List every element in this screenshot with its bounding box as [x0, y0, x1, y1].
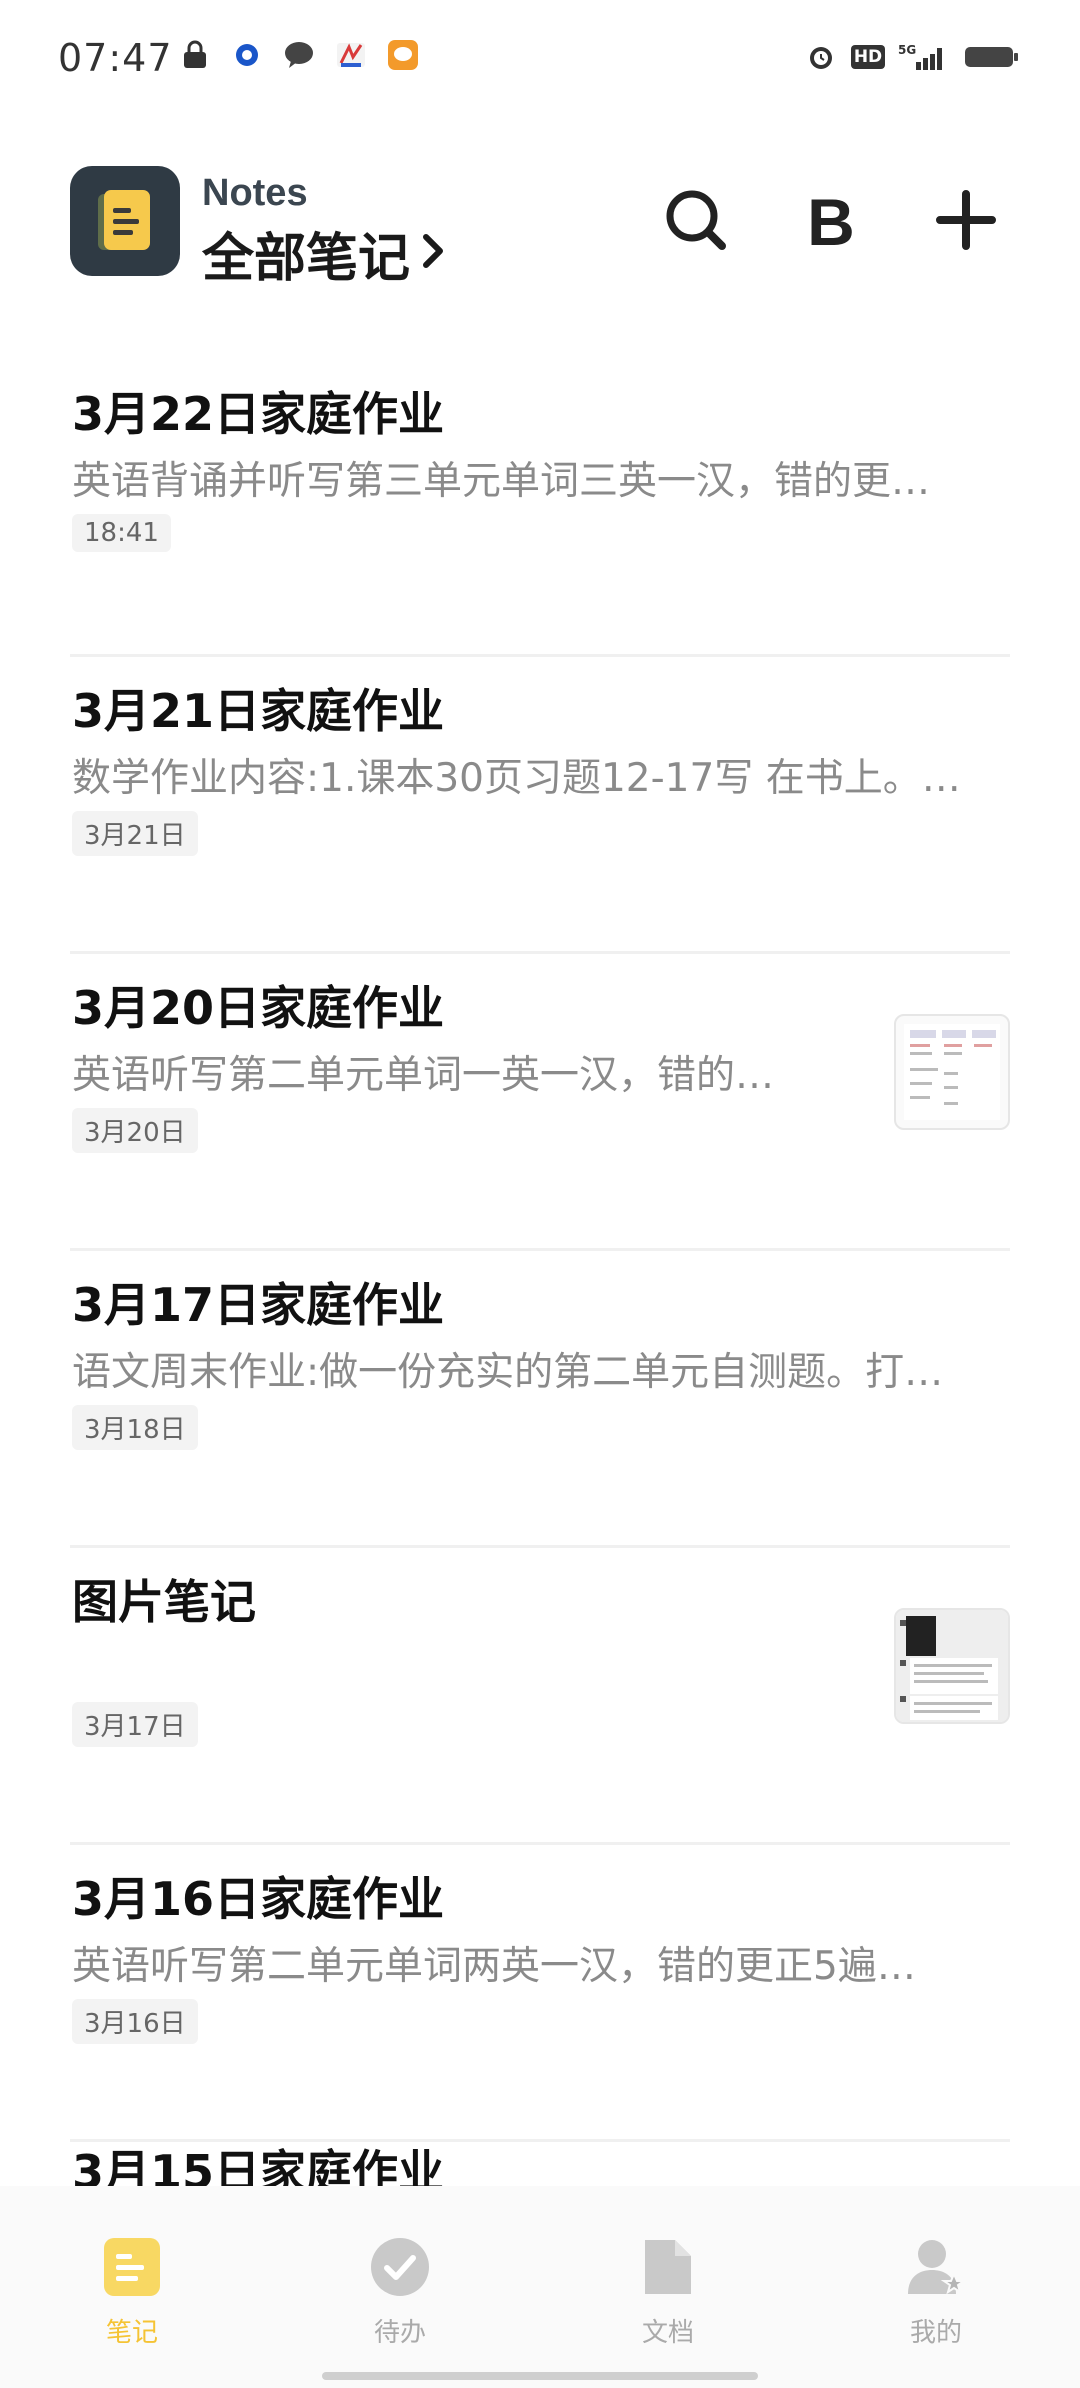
- note-preview: 数学作业内容:1.课本30页习题12-17写 在书上。…: [72, 756, 961, 801]
- note-date: 3月18日: [72, 1405, 198, 1450]
- note-title: 3月22日家庭作业: [72, 387, 445, 441]
- note-date: 3月16日: [72, 1999, 198, 2044]
- page-title: 全部笔记: [202, 229, 411, 289]
- note-title: 3月17日家庭作业: [72, 1278, 445, 1332]
- note-list: 3月22日家庭作业 英语背诵并听写第三单元单词三英一汉，错的更… 18:41 3…: [70, 360, 1010, 2142]
- bold-label: B: [807, 185, 855, 259]
- note-date: 3月21日: [72, 811, 198, 856]
- signal-icon: 5G: [898, 40, 950, 74]
- tab-label: 我的: [909, 2318, 962, 2348]
- note-item[interactable]: 3月17日家庭作业 语文周末作业:做一份充实的第二单元自测题。打… 3月18日: [70, 1251, 1010, 1548]
- hd-icon: HD: [850, 40, 886, 74]
- note-date: 3月20日: [72, 1108, 198, 1153]
- search-button[interactable]: [660, 186, 732, 258]
- battery-icon: [964, 40, 1020, 74]
- tab-notes[interactable]: 笔记: [52, 2236, 212, 2349]
- document-icon: [641, 2236, 695, 2302]
- tab-label: 待办: [373, 2318, 426, 2348]
- tab-label: 文档: [641, 2318, 694, 2348]
- system-icons: HD 5G: [804, 40, 1020, 74]
- note-item[interactable]: 图片笔记 3月17日: [70, 1548, 1010, 1845]
- bottom-nav: 笔记 待办 文档 我的: [0, 2186, 1080, 2388]
- message-icon: [282, 38, 316, 72]
- plus-icon: [934, 188, 998, 256]
- tab-label: 笔记: [105, 2318, 158, 2348]
- alarm-icon: [804, 40, 838, 74]
- note-title: 3月21日家庭作业: [72, 684, 445, 738]
- lock-icon: [178, 38, 212, 72]
- app-header: Notes 全部笔记 B: [0, 160, 1080, 289]
- notes-logo: [70, 166, 180, 276]
- note-title: 3月16日家庭作业: [72, 1872, 445, 1926]
- folder-switcher[interactable]: 全部笔记: [202, 216, 446, 291]
- note-item[interactable]: 3月21日家庭作业 数学作业内容:1.课本30页习题12-17写 在书上。… 3…: [70, 657, 1010, 954]
- search-icon: [664, 188, 728, 256]
- note-date: 3月17日: [72, 1702, 198, 1747]
- add-note-button[interactable]: [930, 186, 1002, 258]
- bold-button[interactable]: B: [795, 185, 867, 259]
- note-preview: 英语背诵并听写第三单元单词三英一汉，错的更…: [72, 459, 931, 504]
- app-notification-icon: [386, 38, 420, 72]
- note-item[interactable]: 3月16日家庭作业 英语听写第二单元单词两英一汉，错的更正5遍… 3月16日: [70, 1845, 1010, 2142]
- app-brand: Notes: [202, 172, 308, 214]
- status-time: 07:47: [58, 36, 173, 80]
- status-bar: 07:47 HD 5G: [0, 0, 1080, 120]
- note-thumbnail: [894, 1608, 1010, 1724]
- note-preview: 英语听写第二单元单词一英一汉，错的…: [72, 1053, 775, 1098]
- notes-icon: [102, 2236, 162, 2302]
- profile-icon: [904, 2236, 968, 2302]
- note-preview: 英语听写第二单元单词两英一汉，错的更正5遍…: [72, 1944, 916, 1989]
- note-item[interactable]: 3月22日家庭作业 英语背诵并听写第三单元单词三英一汉，错的更… 18:41: [70, 360, 1010, 657]
- note-date: 18:41: [72, 514, 171, 552]
- notification-icons: [178, 38, 420, 72]
- note-item[interactable]: 3月20日家庭作业 英语听写第二单元单词一英一汉，错的… 3月20日: [70, 954, 1010, 1251]
- app-notification-icon: [334, 38, 368, 72]
- note-title: 3月20日家庭作业: [72, 981, 445, 1035]
- chevron-right-icon: [420, 224, 446, 284]
- note-preview: 语文周末作业:做一份充实的第二单元自测题。打…: [72, 1350, 944, 1395]
- svg-text:5G: 5G: [898, 43, 916, 57]
- app-notification-icon: [230, 38, 264, 72]
- tab-docs[interactable]: 文档: [588, 2236, 748, 2349]
- tab-me[interactable]: 我的: [856, 2236, 1016, 2349]
- note-title: 图片笔记: [72, 1575, 256, 1629]
- note-thumbnail: [894, 1014, 1010, 1130]
- check-circle-icon: [369, 2236, 431, 2302]
- tab-todo[interactable]: 待办: [320, 2236, 480, 2349]
- home-indicator[interactable]: [322, 2372, 758, 2380]
